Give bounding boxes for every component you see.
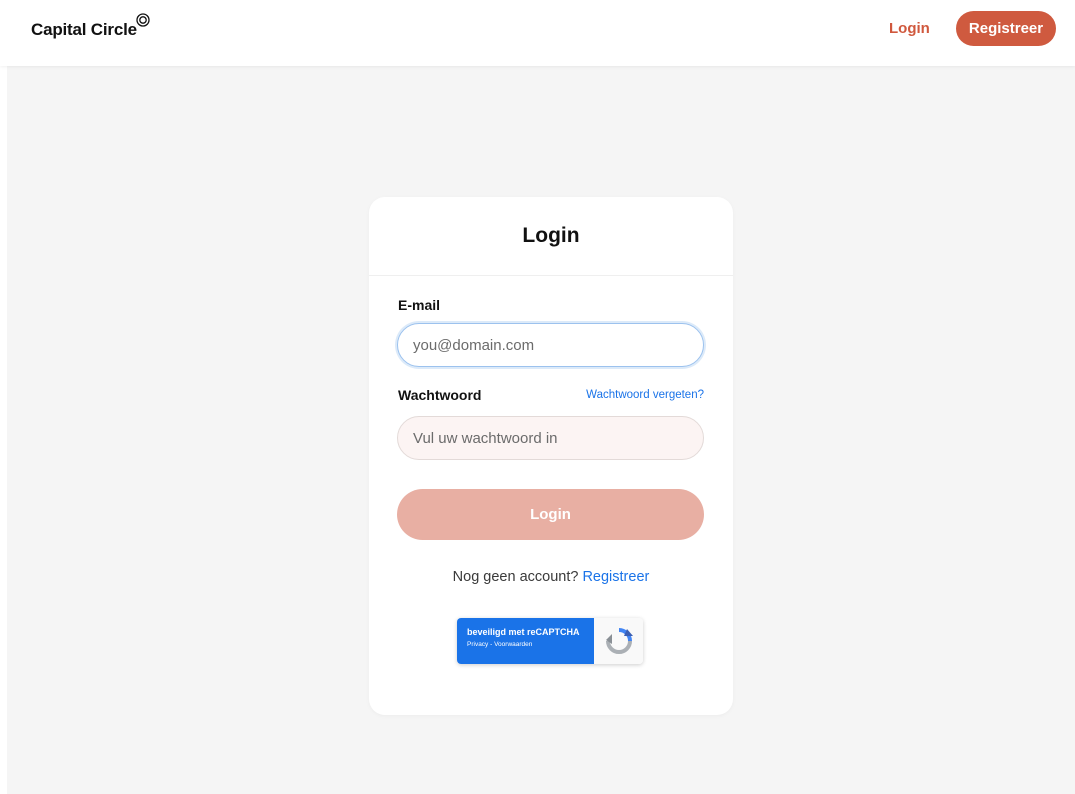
concentric-circle-icon	[136, 13, 150, 27]
login-card: Login E-mail Wachtwoord Wachtwoord verge…	[369, 197, 733, 715]
recaptcha-badge[interactable]: beveiligd met reCAPTCHA Privacy - Voorwa…	[457, 618, 643, 664]
password-label: Wachtwoord	[398, 387, 482, 403]
brand-name[interactable]: Capital Circle	[31, 20, 137, 40]
email-label: E-mail	[398, 297, 441, 313]
nav-register-button[interactable]: Registreer	[956, 11, 1056, 46]
recaptcha-logo-icon	[594, 618, 643, 664]
top-navigation-bar: Capital Circle Login Registreer	[0, 0, 1075, 66]
email-field[interactable]	[397, 323, 704, 367]
password-field[interactable]	[397, 416, 704, 460]
no-account-text: Nog geen account?	[452, 569, 579, 585]
login-button[interactable]: Login	[397, 489, 704, 540]
forgot-password-link[interactable]: Wachtwoord vergeten?	[586, 389, 704, 401]
register-link[interactable]: Registreer	[582, 569, 649, 585]
recaptcha-links[interactable]: Privacy - Voorwaarden	[467, 641, 594, 648]
page-title: Login	[522, 224, 580, 247]
recaptcha-text-panel: beveiligd met reCAPTCHA Privacy - Voorwa…	[457, 618, 594, 664]
signup-prompt: Nog geen account? Registreer	[369, 569, 733, 585]
recaptcha-title: beveiligd met reCAPTCHA	[467, 627, 580, 637]
login-card-header: Login	[369, 197, 733, 276]
nav-login-link[interactable]: Login	[889, 20, 930, 37]
recaptcha-arrow-icon	[605, 628, 633, 654]
